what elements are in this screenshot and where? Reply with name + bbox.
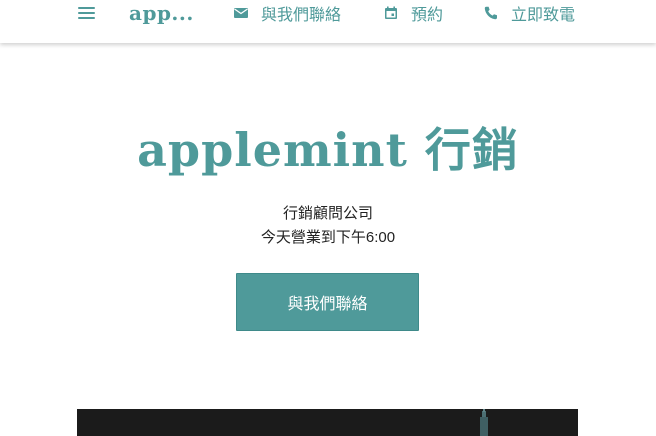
site-brand[interactable]: app... (129, 0, 194, 26)
nav-call-link[interactable]: 立即致電 (483, 0, 575, 26)
hamburger-menu-icon[interactable] (74, 2, 98, 24)
top-navbar: app... 與我們聯絡 預約 立即致電 (0, 0, 656, 43)
hero-subtitle: 行銷顧問公司 (282, 205, 373, 222)
business-hours: 今天營業到下午6:00 (260, 229, 396, 246)
statue-figure-icon (480, 409, 488, 436)
nav-contact-label: 與我們聯絡 (261, 7, 342, 24)
nav-contact-link[interactable]: 與我們聯絡 (233, 0, 341, 26)
page: app... 與我們聯絡 預約 立即致電 applemint 行銷 行銷顧問公司… (0, 0, 656, 436)
hero-title: applemint 行銷 (137, 123, 519, 177)
contact-us-button[interactable]: 與我們聯絡 (236, 273, 419, 331)
hero-image (77, 409, 578, 436)
phone-icon (484, 6, 497, 20)
nav-booking-link[interactable]: 預約 (383, 0, 443, 26)
calendar-icon (385, 6, 397, 19)
nav-booking-label: 預約 (411, 7, 444, 24)
mail-icon (234, 8, 248, 18)
nav-call-label: 立即致電 (511, 7, 576, 24)
